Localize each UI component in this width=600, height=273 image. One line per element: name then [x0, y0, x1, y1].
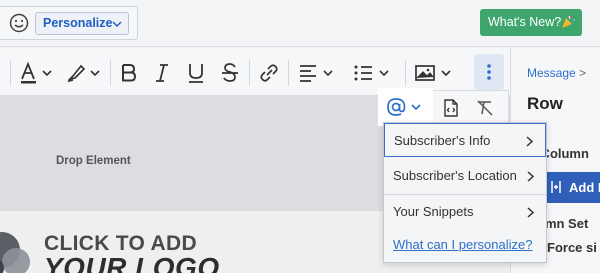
- align-button[interactable]: [298, 61, 338, 85]
- at-sign-icon: [387, 98, 421, 116]
- drop-element-label: Drop Element: [56, 155, 131, 167]
- menu-item-label: Your Snippets: [393, 204, 474, 219]
- underline-icon: [189, 64, 203, 83]
- strikethrough-icon: [222, 63, 238, 82]
- italic-button[interactable]: [152, 61, 172, 85]
- toolbar-divider: [110, 60, 111, 86]
- help-link[interactable]: What can I personalize?: [393, 237, 532, 252]
- force-setting-label: Force si: [547, 240, 597, 255]
- chevron-right-icon: [527, 207, 534, 218]
- personalize-group: Personalize: [0, 6, 138, 40]
- personalize-field-button[interactable]: [378, 88, 433, 126]
- bold-icon: [122, 64, 137, 82]
- toolbar-divider: [405, 60, 406, 86]
- add-column-label: Add I: [569, 180, 600, 195]
- personalize-label: Personalize: [43, 16, 113, 30]
- chevron-right-icon: [527, 171, 534, 182]
- list-icon: [354, 65, 389, 81]
- link-icon: [260, 64, 278, 82]
- party-popper-icon: [562, 15, 575, 28]
- smiley-icon[interactable]: [9, 13, 29, 33]
- mini-toolbar: [433, 90, 509, 124]
- strikethrough-button[interactable]: [220, 61, 240, 85]
- menu-item-label: Subscriber's Location: [393, 168, 517, 183]
- add-column-icon: [551, 181, 561, 193]
- toolbar-divider: [10, 60, 11, 86]
- link-button[interactable]: [258, 61, 280, 85]
- bold-button[interactable]: [119, 61, 139, 85]
- menu-item-label: Subscriber's Info: [394, 133, 491, 148]
- menu-item-your-snippets[interactable]: Your Snippets: [384, 195, 546, 229]
- whats-new-label: What's New?: [488, 15, 562, 29]
- menu-item-subscribers-info[interactable]: Subscriber's Info: [384, 123, 546, 157]
- top-bar: Personalize What's New?: [0, 0, 600, 47]
- code-icon[interactable]: [442, 99, 460, 117]
- list-button[interactable]: [352, 61, 394, 85]
- toolbar-divider: [249, 60, 250, 86]
- text-color-icon: [21, 61, 52, 84]
- image-icon: [415, 65, 451, 81]
- chevron-down-icon: [112, 21, 122, 28]
- clear-format-icon[interactable]: [475, 99, 495, 117]
- personalize-dropdown: Subscriber's Info Subscriber's Location …: [383, 122, 547, 263]
- menu-item-subscribers-location[interactable]: Subscriber's Location: [384, 159, 546, 193]
- breadcrumb-separator: >: [579, 66, 587, 80]
- whats-new-button[interactable]: What's New?: [480, 9, 582, 36]
- text-color-button[interactable]: [18, 61, 56, 85]
- more-icon: [487, 64, 491, 80]
- personalize-button[interactable]: Personalize: [35, 12, 129, 35]
- underline-button[interactable]: [186, 61, 206, 85]
- highlighter-icon: [67, 64, 100, 83]
- more-options-button[interactable]: [474, 54, 504, 90]
- image-button[interactable]: [414, 61, 456, 85]
- logo-text-line2[interactable]: YOUR LOGO: [44, 252, 220, 273]
- logo-placeholder-icon: [0, 232, 30, 273]
- breadcrumb-message[interactable]: Message: [527, 66, 576, 80]
- italic-icon: [156, 64, 168, 82]
- align-icon: [300, 65, 333, 82]
- highlight-button[interactable]: [66, 61, 104, 85]
- add-column-button[interactable]: Add I: [541, 172, 600, 203]
- toolbar-divider: [288, 60, 289, 86]
- formatting-toolbar: [0, 48, 510, 96]
- chevron-right-icon: [526, 136, 533, 147]
- panel-title: Row: [527, 94, 563, 113]
